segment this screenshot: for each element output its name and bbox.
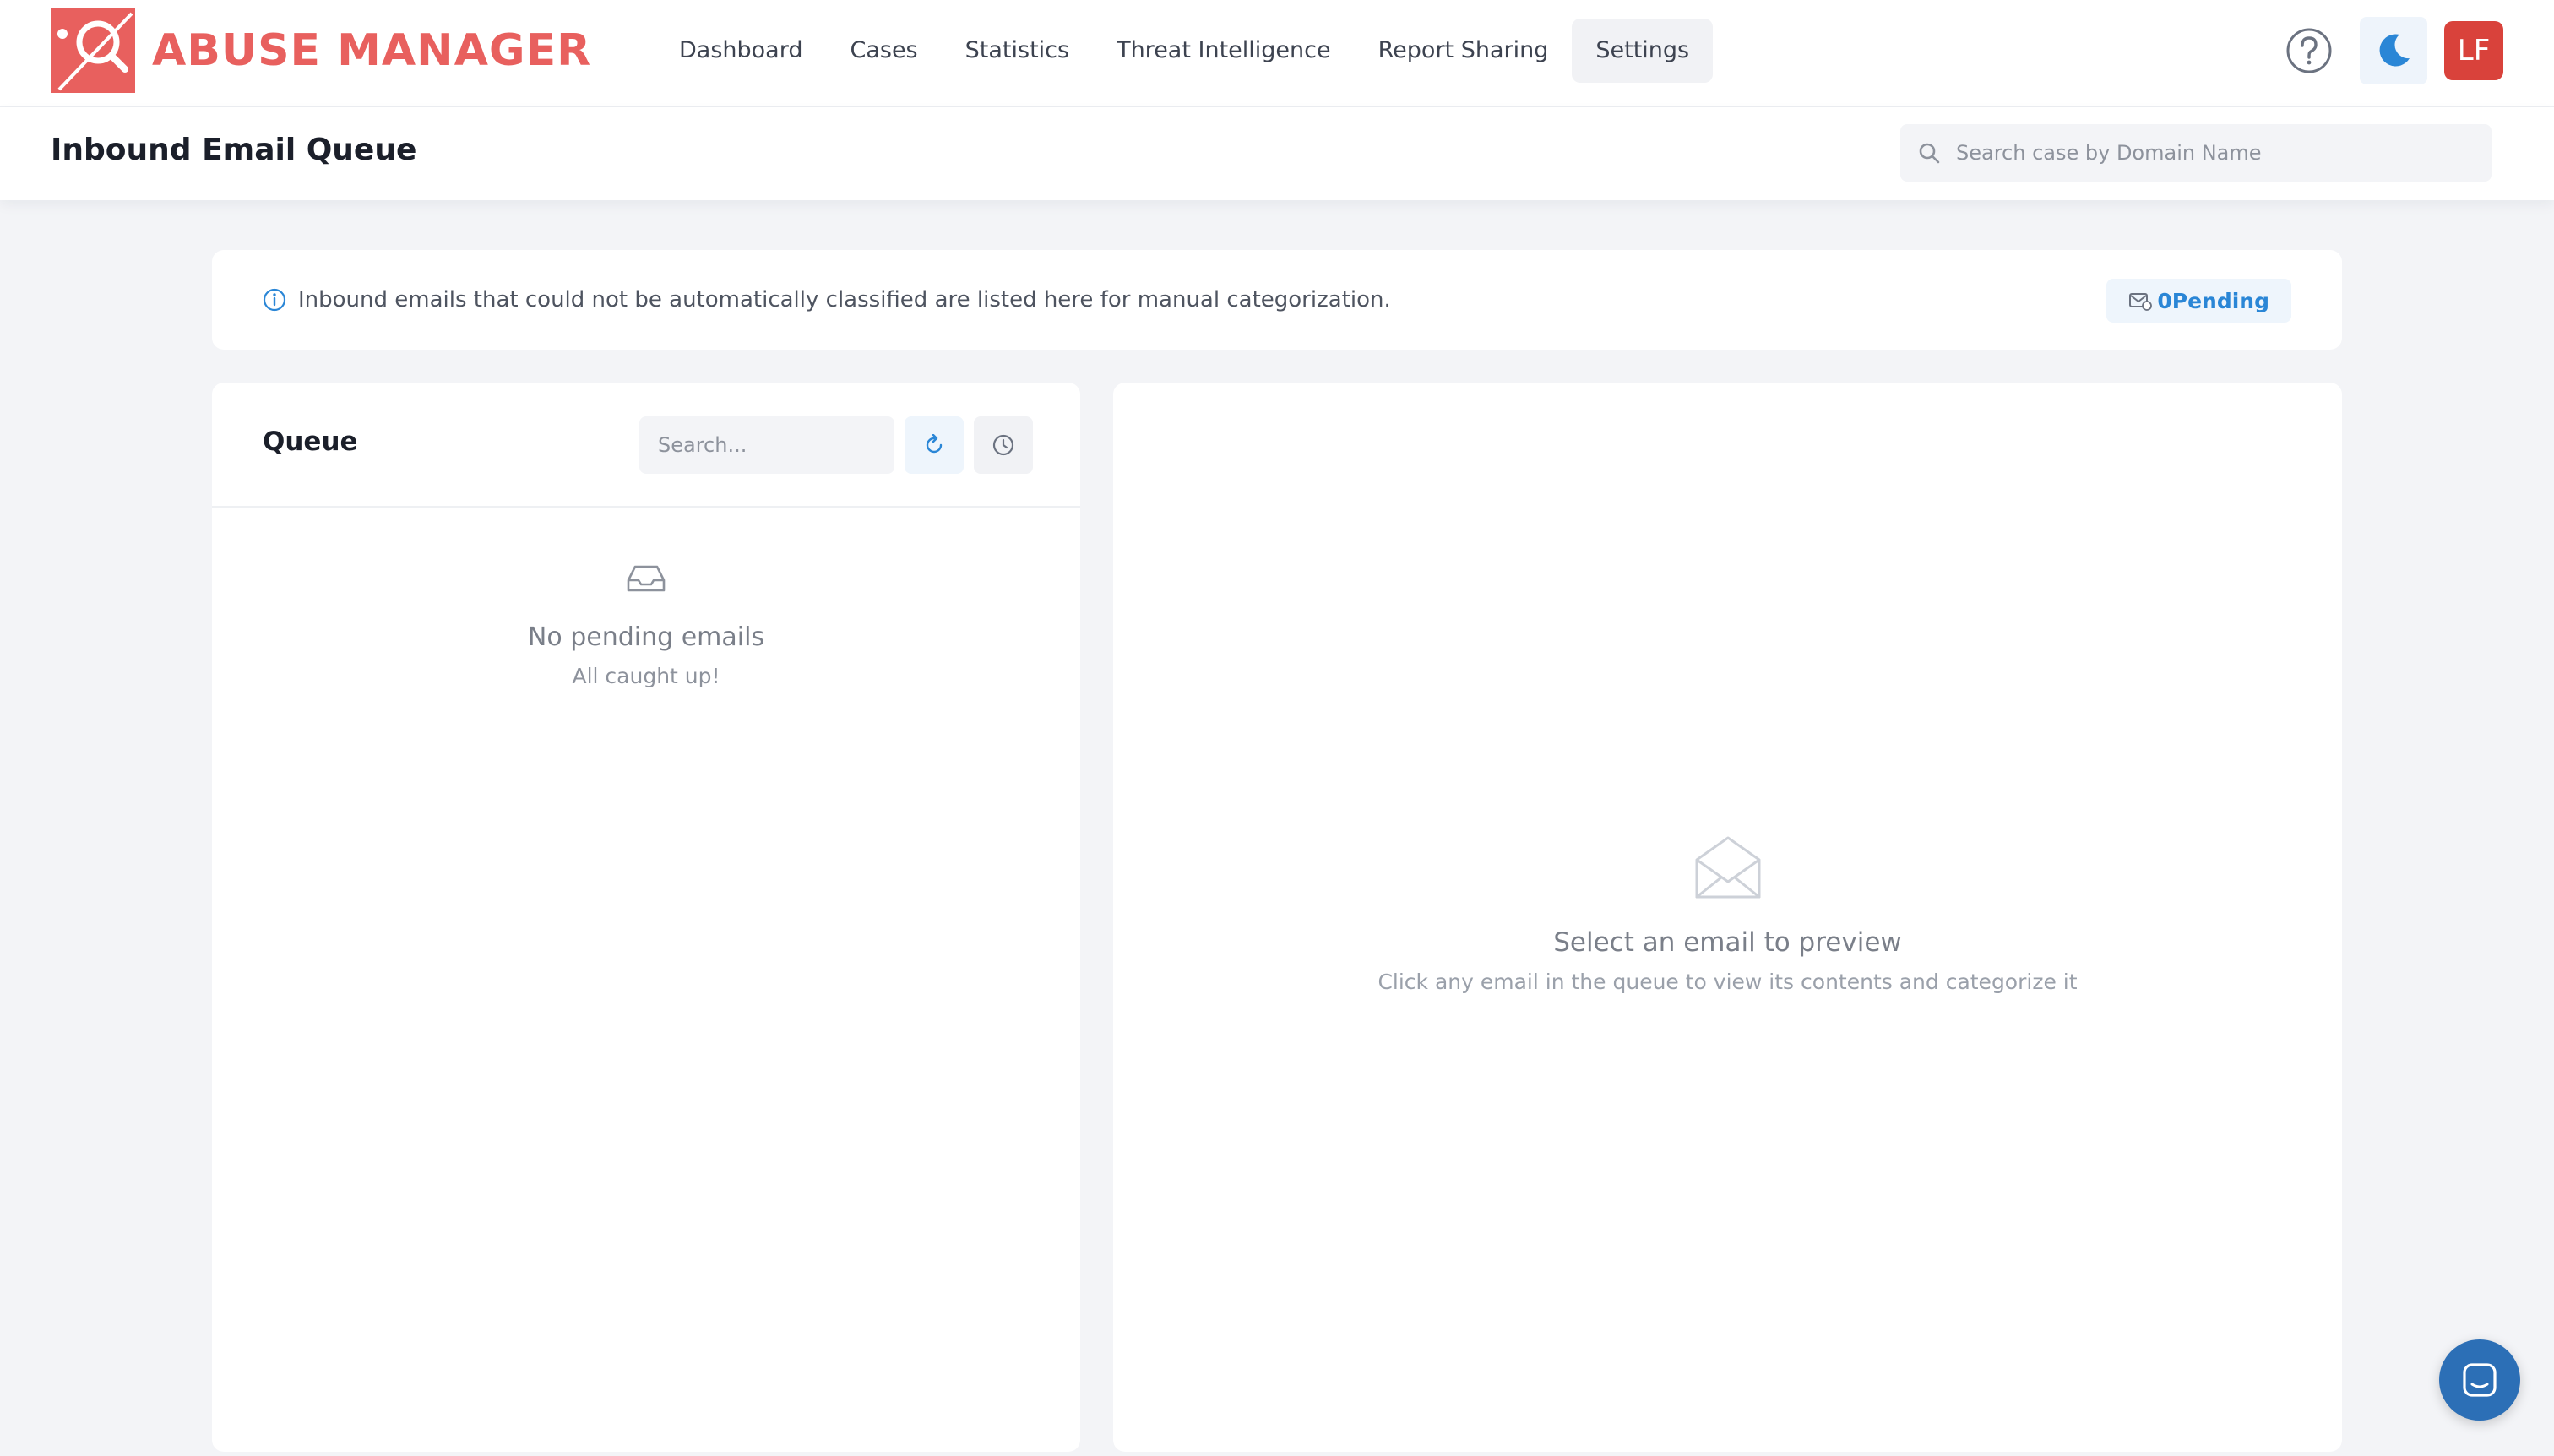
info-circle-icon [263, 288, 286, 312]
domain-search[interactable] [1900, 124, 2492, 182]
question-circle-icon [2286, 28, 2332, 73]
page-header: Inbound Email Queue [0, 107, 2554, 200]
queue-empty-subtitle: All caught up! [572, 664, 720, 688]
preview-empty-state: Select an email to preview Click any ema… [1113, 834, 2342, 994]
mail-clock-icon [2129, 293, 2153, 311]
queue-header: Queue [212, 383, 1080, 508]
nav-item-report-sharing[interactable]: Report Sharing [1355, 19, 1573, 83]
brand-name: ABUSE MANAGER [152, 25, 592, 76]
pending-badge: 0 Pending [2106, 279, 2291, 323]
clock-icon [992, 434, 1014, 456]
info-banner-text: Inbound emails that could not be automat… [298, 287, 1391, 312]
chat-launcher-button[interactable] [2439, 1339, 2520, 1421]
nav-item-threat-intelligence[interactable]: Threat Intelligence [1093, 19, 1355, 83]
queue-title: Queue [263, 426, 358, 457]
theme-toggle-button[interactable] [2360, 17, 2427, 84]
logo-mark-icon [51, 8, 135, 93]
queue-panel: Queue No pending emails All caught up! [212, 383, 1080, 1452]
top-actions: LF [2277, 17, 2503, 84]
search-icon [1919, 143, 1940, 164]
nav-item-settings[interactable]: Settings [1572, 19, 1714, 83]
info-banner: Inbound emails that could not be automat… [212, 250, 2342, 350]
queue-empty-title: No pending emails [527, 622, 765, 652]
pending-label: Pending [2171, 288, 2269, 313]
nav-item-dashboard[interactable]: Dashboard [655, 19, 826, 83]
history-button[interactable] [974, 416, 1033, 474]
refresh-button[interactable] [905, 416, 964, 474]
pending-count: 0 [2157, 288, 2172, 313]
main-nav: Dashboard Cases Statistics Threat Intell… [655, 19, 1714, 83]
preview-empty-title: Select an email to preview [1553, 927, 1902, 958]
nav-item-cases[interactable]: Cases [826, 19, 941, 83]
queue-empty-state: No pending emails All caught up! [212, 563, 1080, 688]
chat-icon [2463, 1363, 2497, 1397]
top-navbar: ABUSE MANAGER Dashboard Cases Statistics… [0, 0, 2554, 107]
moon-icon [2379, 34, 2410, 67]
preview-empty-subtitle: Click any email in the queue to view its… [1378, 970, 2078, 994]
domain-search-input[interactable] [1956, 141, 2463, 165]
user-avatar[interactable]: LF [2444, 21, 2503, 80]
nav-item-statistics[interactable]: Statistics [942, 19, 1093, 83]
brand-logo[interactable]: ABUSE MANAGER [51, 8, 591, 93]
help-button[interactable] [2277, 19, 2341, 83]
queue-search-input[interactable] [639, 416, 894, 474]
preview-panel: Select an email to preview Click any ema… [1113, 383, 2342, 1452]
open-envelope-icon [1695, 836, 1760, 899]
page-title: Inbound Email Queue [51, 133, 417, 167]
refresh-icon [926, 434, 943, 454]
inbox-icon [627, 565, 666, 592]
